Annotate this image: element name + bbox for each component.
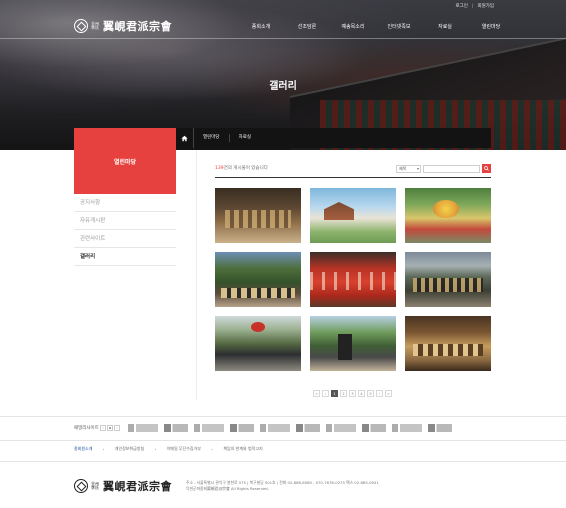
page-number[interactable]: 2 — [340, 390, 347, 397]
nav-item-about[interactable]: 종회소개 — [238, 23, 284, 30]
family-site-logo[interactable] — [194, 424, 224, 432]
family-site-logo[interactable] — [326, 424, 356, 432]
family-site-logo[interactable] — [230, 424, 254, 432]
list-top-rule — [215, 177, 491, 178]
breadcrumb-item[interactable]: 자료실 — [230, 134, 260, 142]
side-item-gallery[interactable]: 갤러리 — [74, 248, 176, 266]
gallery-thumbnail[interactable] — [405, 252, 491, 307]
pagination: « ‹ 1 2 3 4 5 › » — [313, 390, 392, 397]
footer-logo: 全州 李氏 翼峴君派宗會 — [74, 478, 172, 494]
gallery-thumbnail[interactable] — [215, 188, 301, 243]
family-site-logos — [128, 424, 452, 432]
nav-item-open-forum[interactable]: 열린마당 — [468, 23, 514, 30]
page-number-current[interactable]: 1 — [331, 390, 338, 397]
login-link[interactable]: 로그인 — [455, 3, 467, 9]
footer-links: 종회원소개 • 개인정보취급방침 • 이메일 무단수집거부 • 책임의 한계와 … — [74, 446, 263, 452]
site-logo[interactable]: 全州 李氏 翼峴君派宗會 — [74, 18, 172, 34]
breadcrumb-home[interactable] — [176, 128, 194, 148]
footer-link[interactable]: 개인정보취급방침 — [115, 446, 144, 452]
footer-link[interactable]: 이메일 무단수집거부 — [167, 446, 201, 452]
family-site-logo[interactable] — [428, 424, 452, 432]
search-field-select[interactable]: 제목 — [396, 164, 421, 173]
gallery-thumbnail[interactable] — [405, 316, 491, 371]
page-number[interactable]: 3 — [349, 390, 356, 397]
side-item-related-sites[interactable]: 관련사이트 — [74, 230, 176, 248]
logo-small-text: 全州 李氏 — [91, 20, 99, 30]
page-title: 갤러리 — [269, 81, 297, 92]
logo-emblem-icon — [74, 19, 88, 33]
logo-main-text: 翼峴君派宗會 — [103, 480, 172, 493]
nav-item-archive[interactable]: 자료실 — [422, 23, 468, 30]
gallery-thumbnail[interactable] — [310, 316, 396, 371]
footer-address-block: 주소 : 서울특별시 관악구 봉천로 575 | 복구빌딩 501호 | 전화 … — [186, 480, 379, 492]
nav-item-ancestors[interactable]: 선조담론 — [284, 23, 330, 30]
family-site-logo[interactable] — [392, 424, 422, 432]
logo-main-text: 翼峴君派宗會 — [103, 20, 172, 33]
gallery-thumbnail[interactable] — [215, 316, 301, 371]
home-icon — [181, 135, 188, 141]
nav-item-genealogy[interactable]: 인터넷족보 — [376, 23, 422, 30]
page-last-button[interactable]: » — [385, 390, 392, 397]
separator: • — [154, 446, 157, 452]
gallery-grid — [215, 188, 491, 371]
footer-divider — [0, 461, 566, 462]
divider: | — [471, 3, 474, 9]
gallery-thumbnail[interactable] — [405, 188, 491, 243]
family-site-logo[interactable] — [296, 424, 320, 432]
side-menu: 공지사항 자유게시판 관련사이트 갤러리 — [74, 194, 176, 266]
gallery-thumbnail[interactable] — [310, 188, 396, 243]
footer-link[interactable]: 종회원소개 — [74, 446, 92, 452]
utility-links: 로그인 | 회원가입 — [455, 3, 494, 10]
join-link[interactable]: 회원가입 — [477, 3, 494, 9]
family-site-logo[interactable] — [260, 424, 290, 432]
page-first-button[interactable]: « — [313, 390, 320, 397]
family-next-button[interactable]: › — [114, 425, 120, 431]
search-bar: 제목 — [396, 164, 491, 173]
page-number[interactable]: 4 — [358, 390, 365, 397]
post-count-suffix: 건의 게시물이 있습니다 — [223, 166, 268, 171]
family-prev-button[interactable]: ‹ — [100, 425, 106, 431]
family-stop-button[interactable]: ▪ — [107, 425, 113, 431]
footer-divider — [0, 440, 566, 441]
nav-item-voices[interactable]: 예송목소리 — [330, 23, 376, 30]
logo-emblem-icon — [74, 479, 88, 493]
separator: • — [210, 446, 214, 452]
family-site-label: 패밀리사이트 — [74, 426, 99, 431]
header-divider — [0, 38, 566, 39]
family-site-controls: ‹ ▪ › — [100, 425, 120, 431]
side-item-free-board[interactable]: 자유게시판 — [74, 212, 176, 230]
main-navigation: 종회소개 선조담론 예송목소리 인터넷족보 자료실 열린마당 — [238, 23, 514, 30]
side-item-notice[interactable]: 공지사항 — [74, 194, 176, 212]
page-next-button[interactable]: › — [376, 390, 383, 397]
post-count: 139건의 게시물이 있습니다 — [215, 165, 268, 171]
search-button[interactable] — [482, 164, 491, 173]
gallery-thumbnail[interactable] — [310, 252, 396, 307]
page-number[interactable]: 5 — [367, 390, 374, 397]
post-count-number: 139 — [215, 166, 224, 171]
content-divider — [196, 150, 197, 400]
gallery-thumbnail[interactable] — [215, 252, 301, 307]
search-input[interactable] — [423, 164, 480, 173]
family-site-logo[interactable] — [128, 424, 158, 432]
search-icon — [484, 166, 489, 171]
side-menu-header: 열린마당 — [74, 128, 176, 194]
separator: • — [102, 446, 105, 452]
footer-copyright: 익현군파종회翼峴君派宗會 All Rights Reserved. — [186, 486, 269, 491]
page-prev-button[interactable]: ‹ — [322, 390, 329, 397]
family-site-logo[interactable] — [164, 424, 188, 432]
side-menu-title: 열린마당 — [113, 158, 137, 166]
breadcrumb-item[interactable]: 열린마당 — [194, 134, 230, 142]
footer-divider — [0, 416, 566, 417]
family-site-strip: 패밀리사이트 ‹ ▪ › — [74, 420, 494, 436]
logo-small-text: 全州 李氏 — [91, 480, 99, 490]
footer-link[interactable]: 책임의 한계와 법적고지 — [223, 446, 262, 452]
family-site-logo[interactable] — [362, 424, 386, 432]
breadcrumb: 열린마당 자료실 — [176, 128, 491, 148]
